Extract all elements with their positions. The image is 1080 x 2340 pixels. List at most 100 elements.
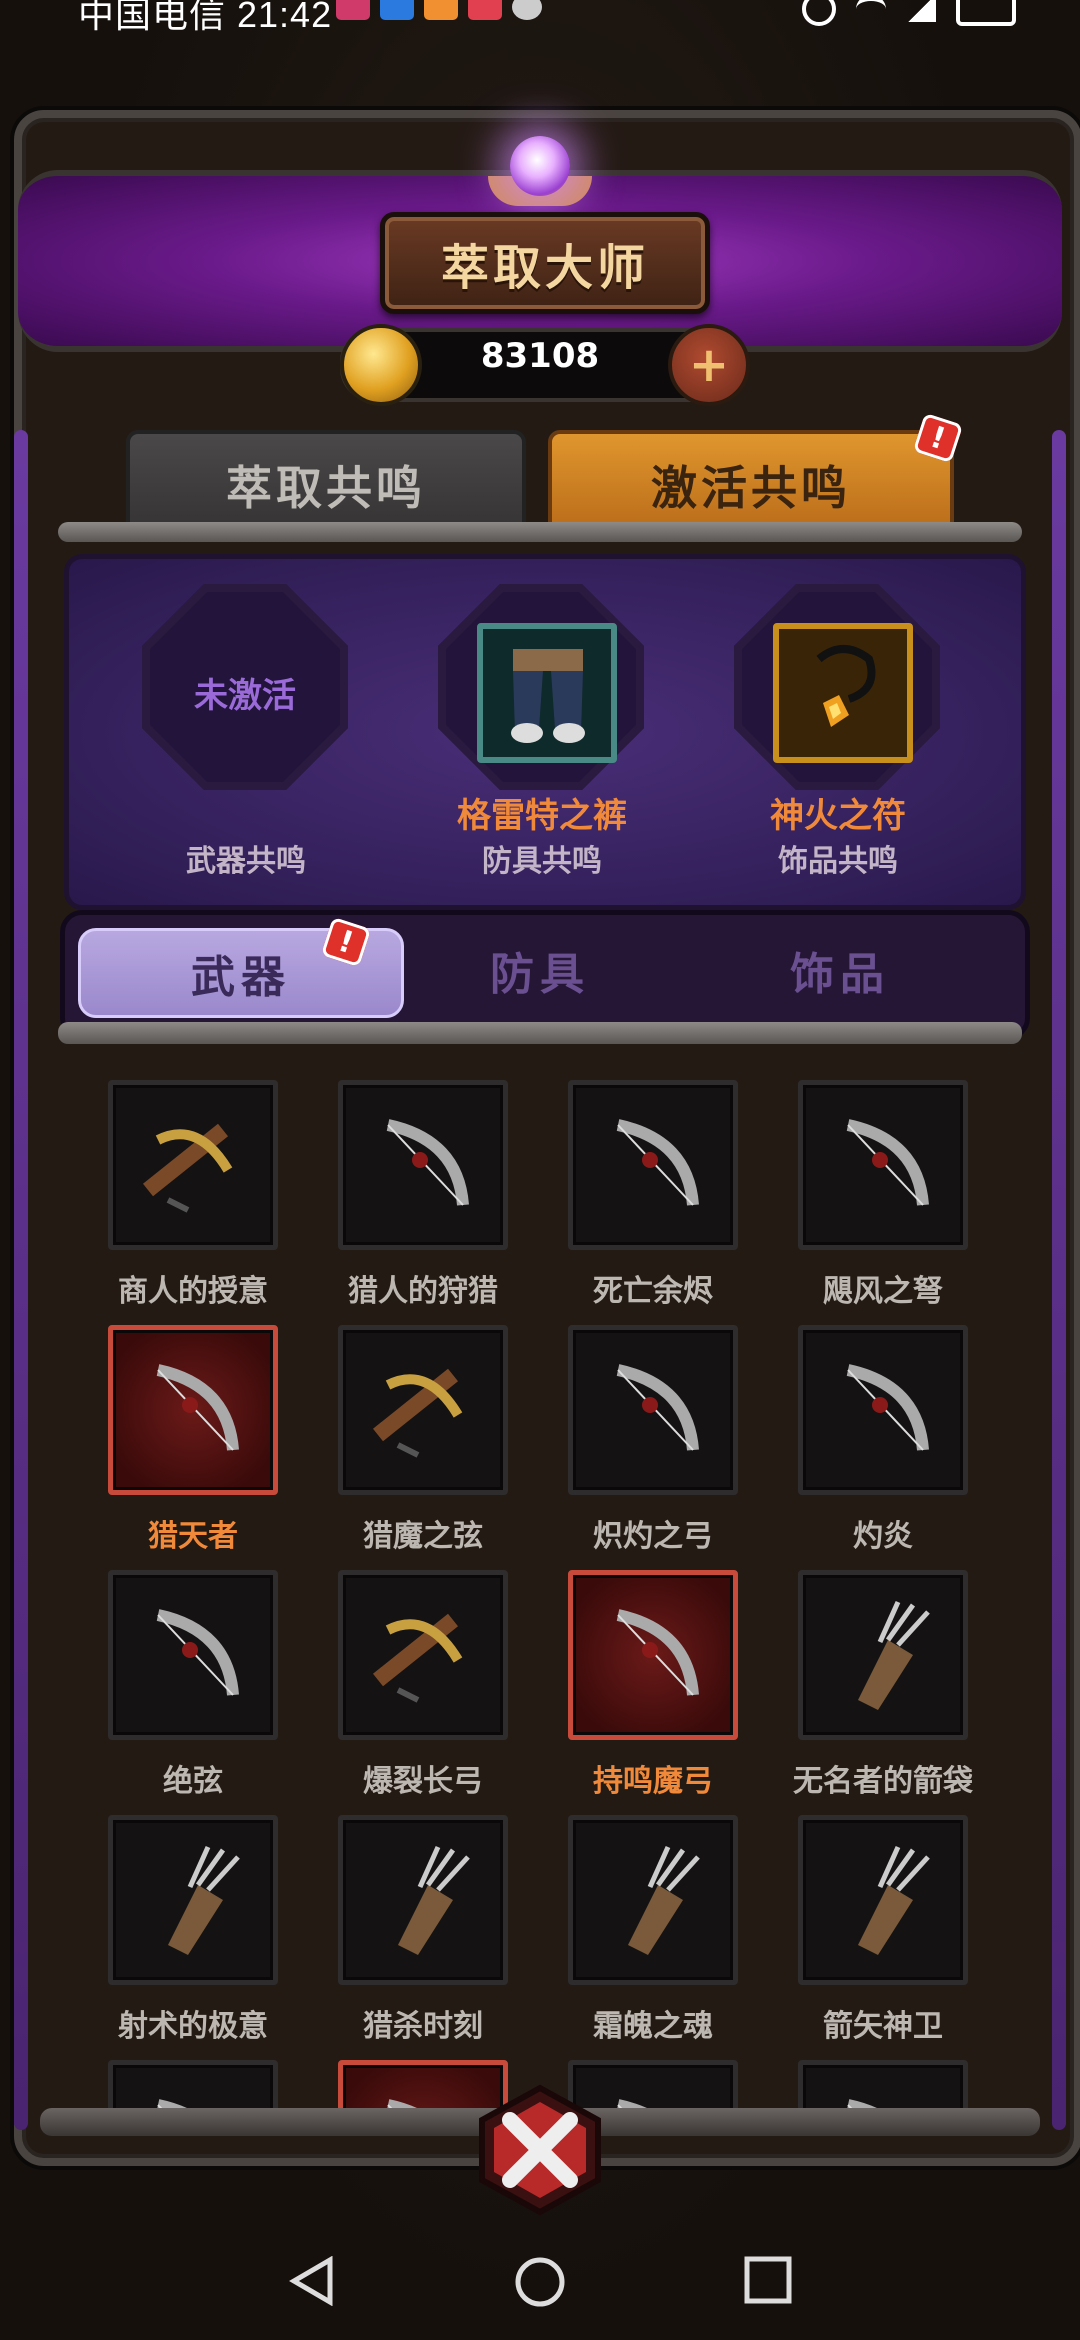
grid-item[interactable]: 无名者的箭袋 <box>793 1570 973 1799</box>
system-icons <box>802 0 1016 26</box>
tab-label: 防具 <box>490 949 590 1000</box>
close-button[interactable] <box>470 2080 610 2220</box>
app-notification-icon <box>380 0 414 20</box>
app-notification-icon <box>336 0 370 20</box>
bow-icon <box>568 1325 738 1495</box>
resonance-slot-weapon[interactable]: 未激活 <box>142 584 348 790</box>
bow-icon <box>568 1080 738 1250</box>
grid-item[interactable] <box>798 2060 968 2108</box>
bow-icon <box>568 1570 738 1740</box>
wechat-icon <box>512 0 542 20</box>
tab-label: 武器 <box>191 952 291 1003</box>
close-icon <box>479 2084 601 2216</box>
grid-item[interactable]: 猎杀时刻 <box>338 1815 508 2044</box>
item-name: 绝弦 <box>163 1764 223 1799</box>
slot-category: 武器共鸣 <box>186 844 306 879</box>
gold-coin-icon <box>340 324 422 406</box>
bow-icon <box>108 1325 278 1495</box>
frame-side-left <box>14 430 28 2130</box>
tab-armor[interactable]: 防具 <box>380 928 700 1012</box>
grid-item[interactable]: 灼炎 <box>798 1325 968 1554</box>
item-name: 炽灼之弓 <box>593 1519 713 1554</box>
magic-orb-icon <box>510 136 570 196</box>
item-name: 商人的授意 <box>118 1274 268 1309</box>
item-name: 无名者的箭袋 <box>793 1764 973 1799</box>
notification-icons <box>336 0 542 20</box>
tab-label: 饰品 <box>790 949 890 1000</box>
app-notification-icon <box>468 0 502 20</box>
quiver-icon <box>798 1815 968 1985</box>
resonance-slot-accessory[interactable] <box>734 584 940 790</box>
wifi-icon <box>856 0 886 23</box>
grid-item[interactable]: 绝弦 <box>108 1570 278 1799</box>
alarm-icon <box>802 0 836 26</box>
plus-icon: + <box>688 337 730 393</box>
item-name: 猎人的狩猎 <box>348 1274 498 1309</box>
bow-icon <box>108 1570 278 1740</box>
bow-icon <box>798 1325 968 1495</box>
slot-status: 未激活 <box>194 676 296 716</box>
amulet-icon <box>773 623 913 763</box>
tab-label: 激活共鸣 <box>651 461 851 515</box>
recents-icon[interactable] <box>744 2256 792 2308</box>
quiver-icon <box>798 1570 968 1740</box>
item-name: 死亡余烬 <box>593 1274 713 1309</box>
grid-item[interactable]: 商人的授意 <box>108 1080 278 1309</box>
add-currency-button[interactable]: + <box>668 324 750 406</box>
grid-item[interactable]: 持鸣魔弓 <box>568 1570 738 1799</box>
quiver-icon <box>108 1815 278 1985</box>
grid-item[interactable]: 死亡余烬 <box>568 1080 738 1309</box>
resonance-slot-armor[interactable] <box>438 584 644 790</box>
quiver-icon <box>338 1815 508 1985</box>
bow-icon <box>798 2060 968 2108</box>
item-name: 箭矢神卫 <box>823 2009 943 2044</box>
title-plate: 萃取大师 <box>380 212 710 314</box>
item-name: 灼炎 <box>853 1519 913 1554</box>
slot-category: 防具共鸣 <box>482 844 602 879</box>
item-name: 猎魔之弦 <box>363 1519 483 1554</box>
frame-side-right <box>1052 430 1066 2130</box>
grid-item[interactable]: 炽灼之弓 <box>568 1325 738 1554</box>
back-icon[interactable] <box>288 2255 338 2310</box>
slot-item-name: 神火之符 <box>770 796 906 836</box>
divider <box>58 522 1022 542</box>
item-name: 射术的极意 <box>118 2009 268 2044</box>
status-bar: 中国电信 21:42 <box>0 0 1080 40</box>
bow-icon <box>798 1080 968 1250</box>
item-name: 猎杀时刻 <box>363 2009 483 2044</box>
grid-item[interactable]: 箭矢神卫 <box>798 1815 968 2044</box>
crossbow-icon <box>108 1080 278 1250</box>
tab-label: 萃取共鸣 <box>226 461 426 515</box>
page-title: 萃取大师 <box>440 240 649 296</box>
item-name: 爆裂长弓 <box>363 1764 483 1799</box>
item-grid[interactable]: 商人的授意 猎人的狩猎 死亡余烬 飓风之弩猎天者 猎魔之弦 炽灼之弓 灼炎绝弦 爆裂长弓 持鸣魔… <box>60 1060 1020 2108</box>
grid-item[interactable] <box>108 2060 278 2108</box>
currency-value: 83108 <box>480 336 600 376</box>
item-name: 猎天者 <box>148 1519 238 1554</box>
item-name: 霜魄之魂 <box>593 2009 713 2044</box>
grid-item[interactable]: 爆裂长弓 <box>338 1570 508 1799</box>
item-name: 持鸣魔弓 <box>593 1764 713 1799</box>
divider <box>58 1022 1022 1044</box>
grid-item[interactable]: 射术的极意 <box>108 1815 278 2044</box>
signal-icon <box>906 0 936 22</box>
system-nav-bar <box>0 2220 1080 2340</box>
quiver-icon <box>568 1815 738 1985</box>
status-carrier-time: 中国电信 21:42 <box>78 0 333 35</box>
bow-icon <box>338 1080 508 1250</box>
grid-item[interactable]: 猎人的狩猎 <box>338 1080 508 1309</box>
app-notification-icon <box>424 0 458 20</box>
pants-icon <box>477 623 617 763</box>
slot-category: 饰品共鸣 <box>778 844 898 879</box>
crossbow-icon <box>338 1325 508 1495</box>
tab-accessories[interactable]: 饰品 <box>680 928 1000 1012</box>
item-name: 飓风之弩 <box>823 1274 943 1309</box>
slot-item-name: 格雷特之裤 <box>457 796 627 836</box>
grid-item[interactable]: 飓风之弩 <box>798 1080 968 1309</box>
home-icon[interactable] <box>514 2256 566 2312</box>
grid-item[interactable]: 猎魔之弦 <box>338 1325 508 1554</box>
grid-item[interactable]: 猎天者 <box>108 1325 278 1554</box>
crossbow-icon <box>338 1570 508 1740</box>
bow-icon <box>108 2060 278 2108</box>
grid-item[interactable]: 霜魄之魂 <box>568 1815 738 2044</box>
